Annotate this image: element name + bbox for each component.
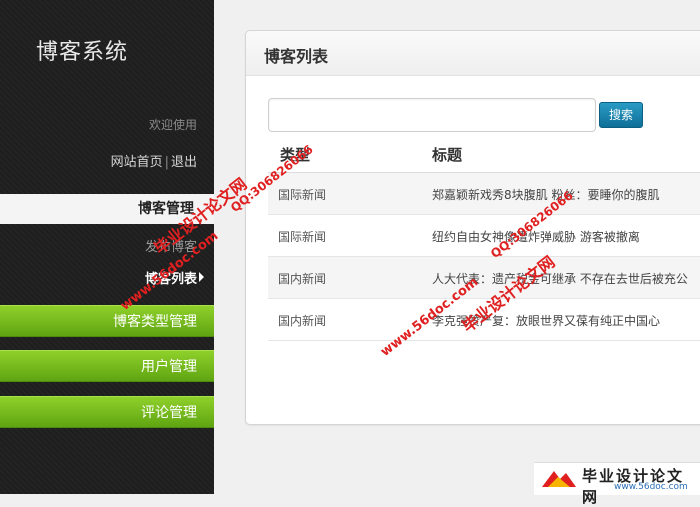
search-button[interactable]: 搜索 [599,102,643,128]
table-row[interactable]: 国际新闻 纽约自由女神像遭炸弹威胁 游客被撤离 [268,215,700,257]
welcome-text: 欢迎使用 [148,118,197,132]
nav-user-manage[interactable]: 用户管理 [0,350,214,382]
table-row[interactable]: 国内新闻 人大代表：遗产税金可继承 不存在去世后被充公 [268,257,700,299]
watermark-logo: 毕业设计论文网 www.56doc.com [534,462,700,506]
logo-url: www.56doc.com [614,482,688,492]
app-brand: 博客系统 [36,40,129,65]
search-input[interactable] [268,98,596,132]
nav-comment-manage[interactable]: 评论管理 [0,396,214,428]
logout-link[interactable]: 退出 [171,155,197,170]
top-links: 网站首页 | 退出 [111,151,197,170]
home-link[interactable]: 网站首页 [111,155,163,170]
logo-icon [542,471,576,487]
blog-list-panel: 博客列表 搜索 类型 标题 国际新闻 郑嘉颖新戏秀8块腹肌 粉丝：要睡你的腹肌 … [245,30,700,425]
row-type: 国际新闻 [278,230,327,244]
table-row[interactable]: 国际新闻 郑嘉颖新戏秀8块腹肌 粉丝：要睡你的腹肌 [268,173,700,215]
row-type: 国际新闻 [278,188,327,202]
link-separator: | [164,155,169,170]
page-title: 博客列表 [264,47,329,66]
sidebar: 博客系统 欢迎使用 网站首页 | 退出 博客管理 发布博客 博客列表 博客类型管理 … [0,0,214,494]
nav-blog-type-manage[interactable]: 博客类型管理 [0,305,214,337]
row-title[interactable]: 郑嘉颖新戏秀8块腹肌 粉丝：要睡你的腹肌 [432,186,659,203]
row-type: 国内新闻 [278,314,327,328]
row-title[interactable]: 纽约自由女神像遭炸弹威胁 游客被撤离 [432,228,640,245]
column-header-title: 标题 [432,146,463,164]
row-type: 国内新闻 [278,272,327,286]
